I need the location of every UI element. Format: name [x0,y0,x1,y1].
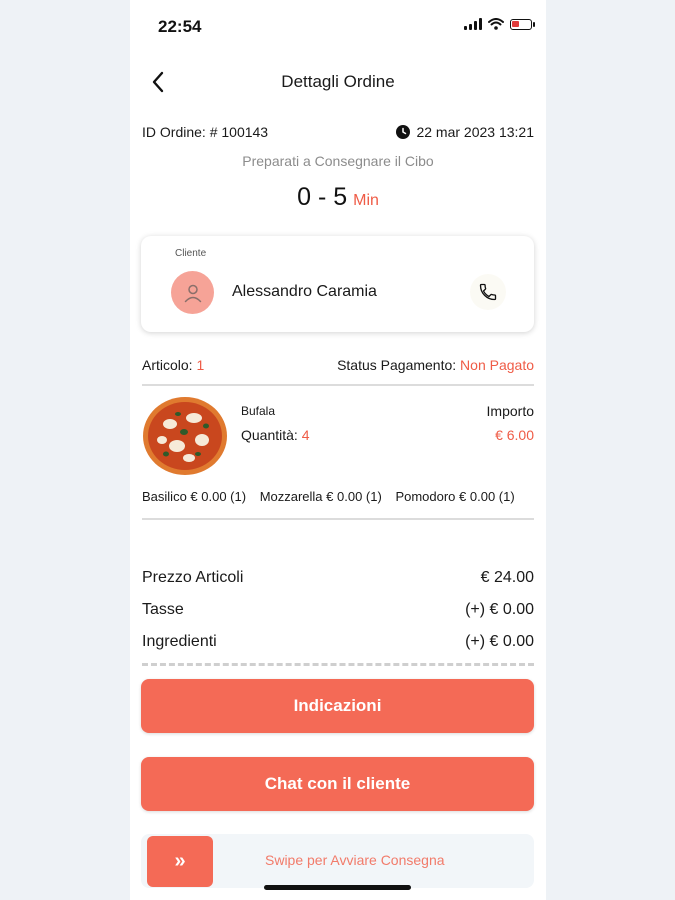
order-info-row: ID Ordine: # 100143 22 mar 2023 13:21 [142,122,534,142]
ingredient-item: Pomodoro € 0.00 (1) [395,489,515,504]
wifi-icon [488,18,504,30]
items-price-label: Prezzo Articoli [142,569,244,586]
summary-tax: Tasse (+) € 0.00 [142,601,534,619]
ingredient-item: Mozzarella € 0.00 (1) [259,489,382,504]
order-meta-row: Articolo: 1 Status Pagamento: Non Pagato [142,357,534,377]
divider [142,518,534,520]
item-amount-label: Importo [486,403,534,419]
phone-icon [479,283,497,301]
swipe-handle[interactable]: » [147,836,213,887]
summary-ingredients: Ingredienti (+) € 0.00 [142,633,534,651]
status-time: 22:54 [158,17,202,36]
signal-icon [464,18,482,30]
payment-status-value: Non Pagato [460,357,534,373]
payment-status-label: Status Pagamento: [337,357,457,373]
battery-icon [510,18,535,30]
tax-label: Tasse [142,601,184,618]
user-icon [184,284,201,302]
swipe-label: Swipe per Avviare Consegna [265,852,445,868]
summary-items-price: Prezzo Articoli € 24.00 [142,569,534,587]
double-chevron-right-icon: » [174,850,186,872]
pizza-image [143,397,227,475]
item-quantity-label: Quantità: [241,427,298,443]
directions-button[interactable]: Indicazioni [141,679,534,733]
swipe-start-delivery[interactable]: » Swipe per Avviare Consegna [141,834,534,888]
order-date-wrap: 22 mar 2023 13:21 [396,124,534,140]
item-quantity: Quantità: 4 [241,427,310,443]
ingredients-value: (+) € 0.00 [465,633,534,650]
page-title: Dettagli Ordine [281,72,395,91]
chat-customer-button[interactable]: Chat con il cliente [141,757,534,811]
avatar [171,271,214,314]
items-count-wrap: Articolo: 1 [142,357,204,377]
item-quantity-value: 4 [301,427,310,443]
order-date: 22 mar 2023 13:21 [416,124,534,140]
ingredient-item: Basilico € 0.00 (1) [142,489,247,504]
divider [142,384,534,386]
eta: 0 - 5 Min [130,183,546,212]
nav-bar: Dettagli Ordine [130,60,546,100]
home-indicator [264,885,411,890]
status-icons [464,18,535,30]
eta-unit: Min [353,192,379,209]
clock-icon [396,125,411,139]
prep-label: Preparati a Consegnare il Cibo [242,153,434,169]
tax-value: (+) € 0.00 [465,601,534,618]
item-name: Bufala [241,404,276,418]
status-bar: 22:54 [130,0,546,50]
app-screen: 22:54 Dettagli Ordine ID Ordine: # 10014… [130,0,546,900]
call-button[interactable] [470,274,506,310]
ingredients-list: Basilico € 0.00 (1) Mozzarella € 0.00 (1… [142,489,534,509]
payment-status-wrap: Status Pagamento: Non Pagato [337,357,534,377]
customer-name: Alessandro Caramia [232,283,377,300]
order-id: ID Ordine: # 100143 [142,124,269,140]
customer-card: Cliente Alessandro Caramia [141,236,534,332]
item-amount-value: € 6.00 [495,427,534,443]
items-count-value: 1 [196,357,205,373]
eta-value: 0 - 5 [297,183,348,211]
order-item: Bufala Quantità: 4 Importo € 6.00 [142,395,534,485]
ingredients-label: Ingredienti [142,633,217,650]
items-price-value: € 24.00 [480,569,534,586]
dashed-divider [142,663,534,666]
items-count-label: Articolo: [142,357,193,373]
customer-label: Cliente [175,248,207,259]
